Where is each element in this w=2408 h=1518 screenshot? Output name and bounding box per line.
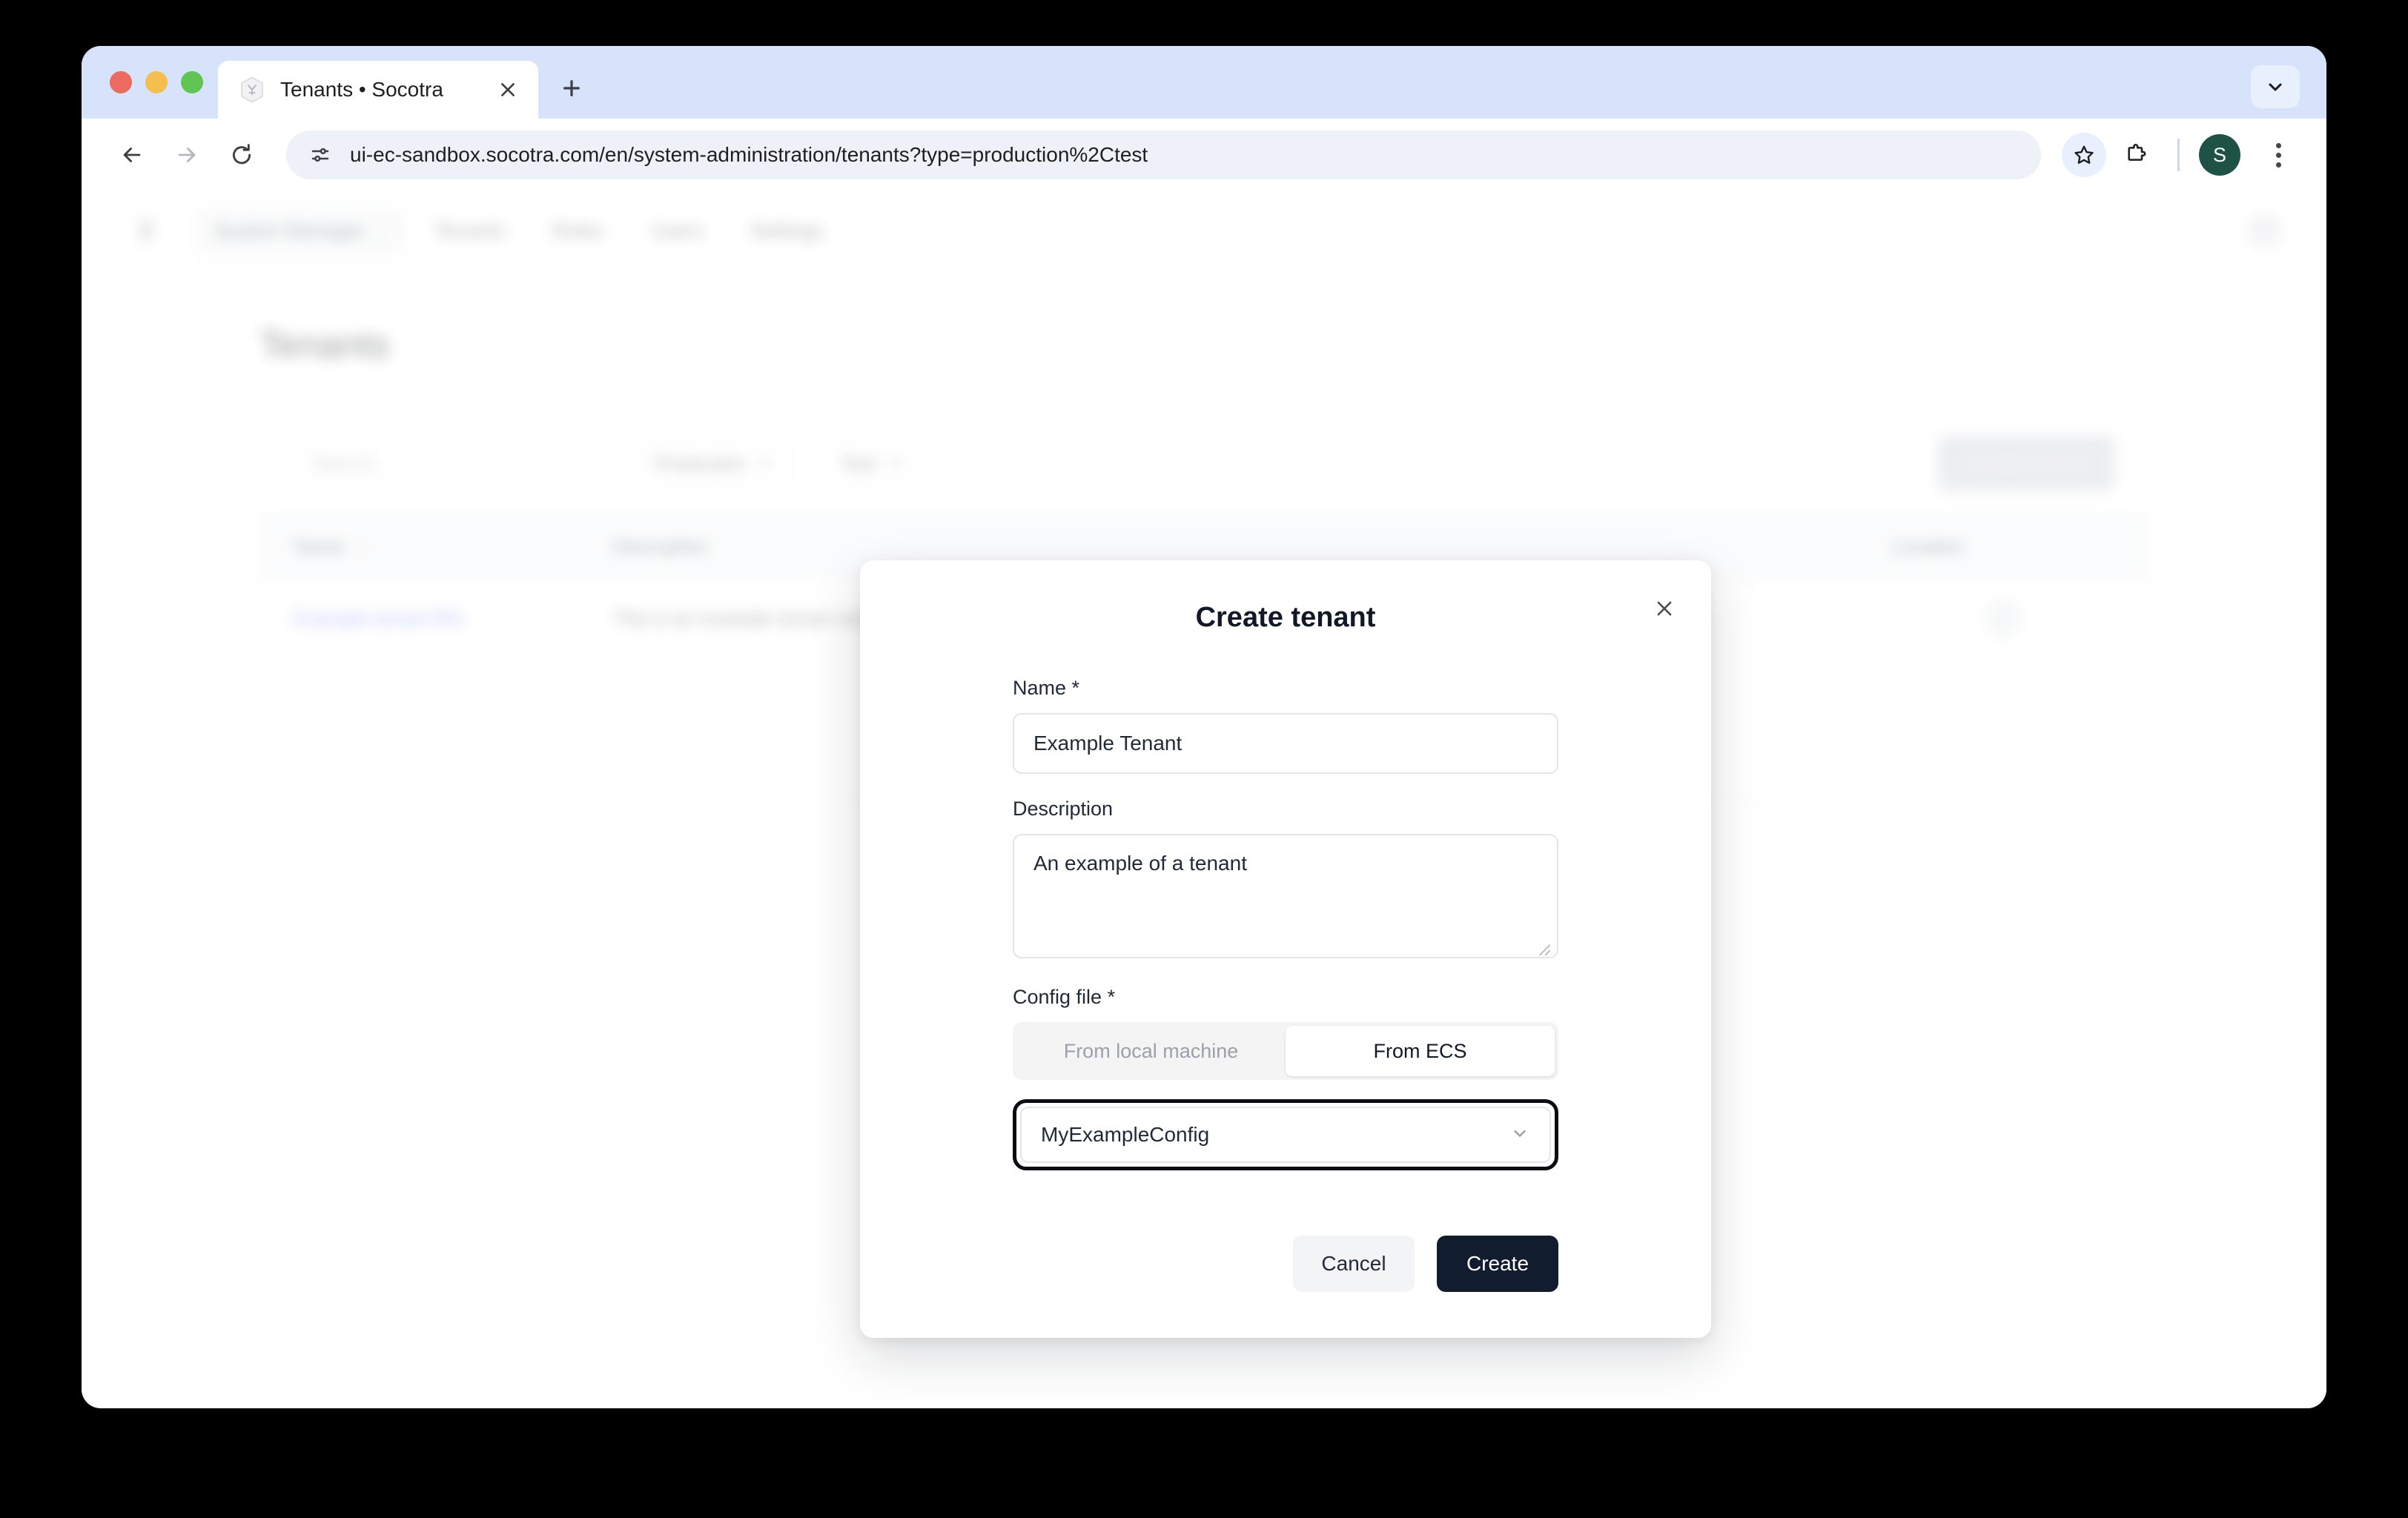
maximize-window-button[interactable] xyxy=(181,71,203,93)
close-window-button[interactable] xyxy=(110,71,132,93)
avatar[interactable]: S xyxy=(2199,134,2240,176)
field-config-file: Config file * From local machine From EC… xyxy=(1013,986,1558,1170)
arrow-left-icon[interactable] xyxy=(108,131,156,179)
dialog-actions: Cancel Create xyxy=(860,1194,1711,1292)
name-label-text: Name xyxy=(1013,677,1067,699)
name-input[interactable] xyxy=(1013,713,1558,774)
star-icon[interactable] xyxy=(2062,133,2106,177)
browser-window: Tenants • Socotra ui-ec-sandbox.socotra.… xyxy=(82,46,2326,1408)
url-text: ui-ec-sandbox.socotra.com/en/system-admi… xyxy=(350,143,1148,166)
config-file-label: Config file * xyxy=(1013,986,1558,1009)
chevron-down-icon xyxy=(1509,1123,1530,1147)
chevron-down-icon[interactable] xyxy=(2251,65,2300,108)
toolbar-divider xyxy=(2177,139,2180,171)
reload-icon[interactable] xyxy=(218,131,265,179)
window-controls xyxy=(82,46,218,119)
new-tab-button[interactable] xyxy=(549,65,595,111)
dialog-title: Create tenant xyxy=(1195,602,1376,633)
browser-tab[interactable]: Tenants • Socotra xyxy=(218,61,538,119)
segment-from-ecs[interactable]: From ECS xyxy=(1286,1026,1555,1076)
create-tenant-dialog: Create tenant Name * Description An exam… xyxy=(860,560,1711,1338)
tune-icon[interactable] xyxy=(305,140,335,170)
description-label-text: Description xyxy=(1013,798,1114,820)
page-viewport: System Manager ⌄ Tenants Roles Users Set… xyxy=(82,191,2326,1408)
tab-title: Tenants • Socotra xyxy=(280,78,443,101)
puzzle-icon[interactable] xyxy=(2114,133,2158,177)
field-description: Description An example of a tenant xyxy=(1013,798,1558,962)
minimize-window-button[interactable] xyxy=(145,71,168,93)
segment-from-local-machine[interactable]: From local machine xyxy=(1016,1026,1286,1076)
close-icon[interactable] xyxy=(492,74,523,105)
required-marker: * xyxy=(1107,986,1116,1008)
config-select-focus-ring: MyExampleConfig xyxy=(1013,1099,1558,1170)
create-button[interactable]: Create xyxy=(1437,1236,1558,1292)
socotra-hexagon-icon xyxy=(237,75,267,105)
description-wrap: An example of a tenant xyxy=(1013,834,1558,962)
address-bar[interactable]: ui-ec-sandbox.socotra.com/en/system-admi… xyxy=(286,130,2041,179)
tab-strip: Tenants • Socotra xyxy=(82,46,2326,119)
browser-toolbar: ui-ec-sandbox.socotra.com/en/system-admi… xyxy=(82,119,2326,191)
config-file-select-value: MyExampleConfig xyxy=(1041,1123,1210,1146)
name-label: Name * xyxy=(1013,677,1558,700)
description-label: Description xyxy=(1013,798,1558,821)
create-tenant-form: Name * Description An example of a tenan… xyxy=(860,677,1711,1170)
description-textarea[interactable]: An example of a tenant xyxy=(1013,834,1558,958)
config-source-segmented-control: From local machine From ECS xyxy=(1013,1022,1558,1080)
config-file-label-text: Config file xyxy=(1013,986,1102,1008)
arrow-right-icon[interactable] xyxy=(163,131,211,179)
cancel-button[interactable]: Cancel xyxy=(1293,1236,1415,1292)
required-marker: * xyxy=(1071,677,1080,699)
close-icon[interactable] xyxy=(1644,589,1684,629)
field-name: Name * xyxy=(1013,677,1558,774)
kebab-menu-icon[interactable] xyxy=(2257,133,2300,176)
config-file-select[interactable]: MyExampleConfig xyxy=(1020,1107,1551,1163)
